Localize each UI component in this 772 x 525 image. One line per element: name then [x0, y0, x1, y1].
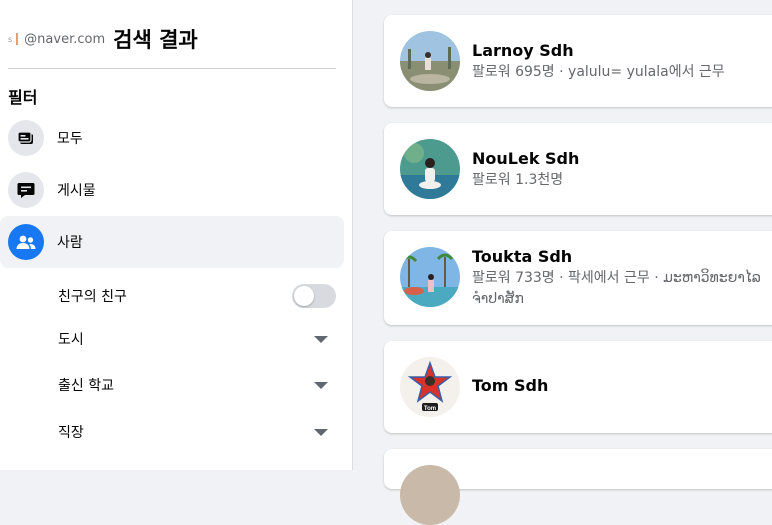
search-header: s @naver.com 검색 결과 [8, 24, 198, 54]
avatar[interactable] [400, 139, 460, 199]
person-info: 팔로워 695명 · yalulu= yulala에서 근무 [472, 64, 725, 80]
person-name[interactable]: Toukta Sdh [472, 247, 572, 266]
city-filter[interactable]: 도시 [58, 319, 336, 359]
city-filter-label: 도시 [58, 332, 84, 348]
search-query: s @naver.com [8, 32, 105, 47]
chevron-down-icon [314, 381, 328, 389]
filter-all[interactable]: 모두 [0, 112, 344, 164]
education-filter-label: 출신 학교 [58, 378, 114, 394]
avatar[interactable] [400, 247, 460, 307]
query-prefix: s [8, 34, 13, 44]
friends-of-friends-label: 친구의 친구 [58, 289, 127, 305]
person-result-card[interactable]: Tom Tom Sdh [384, 341, 772, 433]
query-email: @naver.com [24, 31, 106, 47]
person-result-card[interactable] [384, 449, 772, 525]
work-filter-label: 직장 [58, 425, 84, 441]
filter-people-label: 사람 [57, 235, 83, 251]
person-info: 팔로워 1.3천명 [472, 172, 564, 188]
divider [8, 68, 336, 69]
post-icon [8, 172, 44, 208]
person-result-card[interactable]: NouLek Sdh 팔로워 1.3천명 [384, 123, 772, 215]
query-redaction [16, 33, 19, 45]
filter-posts[interactable]: 게시물 [0, 164, 344, 216]
person-result-card[interactable]: Larnoy Sdh 팔로워 695명 · yalulu= yulala에서 근… [384, 15, 772, 107]
chevron-down-icon [314, 335, 328, 343]
filters-heading: 필터 [8, 88, 38, 107]
avatar-text: Tom [424, 406, 436, 412]
person-name[interactable]: Larnoy Sdh [472, 41, 574, 60]
avatar[interactable]: Tom [400, 357, 460, 417]
toggle-knob [294, 286, 314, 306]
avatar[interactable] [400, 465, 460, 525]
feed-icon [8, 120, 44, 156]
person-info: 팔로워 733명 · 팍세에서 근무 · ມະຫາວິທະຍາໄລຈຳປາສັກ [472, 270, 761, 307]
friends-of-friends-filter[interactable]: 친구의 친구 [58, 276, 336, 316]
page-title: 검색 결과 [113, 28, 198, 52]
filter-people[interactable]: 사람 [0, 216, 344, 268]
filter-sidebar: s @naver.com 검색 결과 필터 모두 게시물 사람 친구의 친구 도… [0, 0, 353, 470]
people-icon [8, 224, 44, 260]
avatar[interactable] [400, 31, 460, 91]
work-filter[interactable]: 직장 [58, 412, 336, 452]
filter-all-label: 모두 [57, 131, 83, 147]
person-name[interactable]: NouLek Sdh [472, 149, 579, 168]
person-result-card[interactable]: Toukta Sdh 팔로워 733명 · 팍세에서 근무 · ມະຫາວິທະ… [384, 231, 772, 325]
person-name[interactable]: Tom Sdh [472, 376, 548, 395]
chevron-down-icon [314, 428, 328, 436]
filter-posts-label: 게시물 [57, 183, 96, 199]
education-filter[interactable]: 출신 학교 [58, 365, 336, 405]
friends-of-friends-toggle[interactable] [292, 284, 336, 308]
